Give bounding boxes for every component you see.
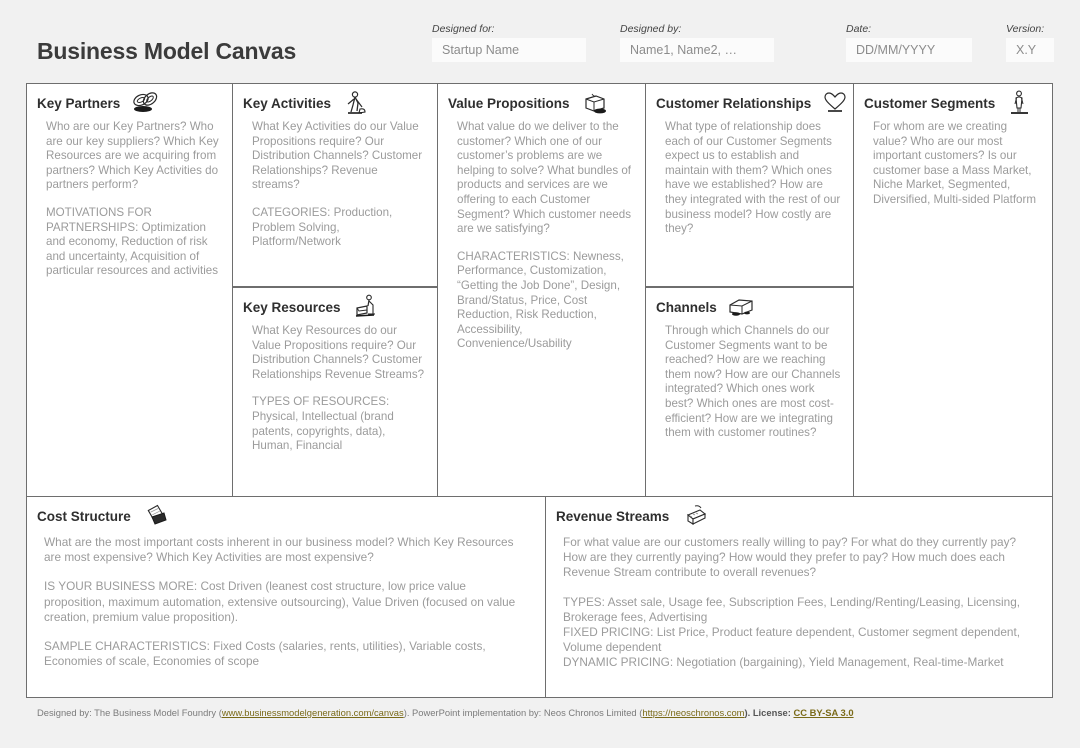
block-header: Customer Relationships [646,84,853,114]
version-field: Version: [1006,23,1054,62]
designed-by-field: Designed by: [620,23,774,62]
block-title: Key Resources [243,300,341,315]
block-title: Key Activities [243,96,332,111]
license-label: ). License: [744,707,794,718]
block-paragraph: Through which Channels do our Customer S… [665,324,841,440]
block-paragraph: What Key Resources do our Value Proposit… [252,324,425,381]
block-title: Revenue Streams [556,509,670,524]
cash-register-icon [677,503,711,531]
block-body: For what value are our customers really … [546,527,1052,693]
block-paragraph: TYPES OF RESOURCES: Physical, Intellectu… [252,395,394,453]
block-header: Key Partners [27,84,232,114]
chain-links-icon [128,90,162,118]
block-body: What value do we deliver to the customer… [438,114,645,360]
block-paragraph: MOTIVATIONS FOR PARTNERSHIPS: Optimizati… [46,205,219,278]
block-paragraph: SAMPLE CHARACTERISTICS: Fixed Costs (sal… [44,639,486,669]
block-customer-segments[interactable]: Customer Segments For whom are we creati… [854,84,1052,497]
block-header: Channels [646,288,853,318]
block-header: Key Activities [233,84,437,114]
block-title: Value Propositions [448,96,570,111]
heart-icon [819,90,853,118]
block-key-resources[interactable]: Key Resources What Key Resources do our … [233,287,438,497]
businessmodelgeneration-link[interactable]: www.businessmodelgeneration.com/canvas [222,707,404,718]
date-label: Date: [846,23,872,35]
block-body: What Key Activities do our Value Proposi… [233,114,437,258]
version-label: Version: [1006,23,1045,35]
truck-icon [725,294,759,322]
block-cost-structure[interactable]: Cost Structure What are the most importa… [27,497,546,697]
block-paragraph: What Key Activities do our Value Proposi… [252,120,423,192]
block-key-activities[interactable]: Key Activities What Key Activities do ou… [233,84,438,287]
gift-box-icon [578,90,612,118]
block-header: Customer Segments [854,84,1052,114]
page-title: Business Model Canvas [37,38,297,64]
footer-middle: ). PowerPoint implementation by: Neos Ch… [403,707,643,718]
block-paragraph: What type of relationship does each of o… [665,120,841,236]
block-paragraph: For what value are our customers really … [563,535,1017,580]
block-title: Cost Structure [37,509,131,524]
designed-for-input[interactable] [432,38,586,62]
block-paragraph: What value do we deliver to the customer… [457,120,632,236]
block-paragraph: CHARACTERISTICS: Newness, Performance, C… [457,249,624,351]
block-paragraph: Who are our Key Partners? Who are our ke… [46,120,219,192]
block-title: Channels [656,300,717,315]
date-input[interactable] [846,38,972,62]
business-model-canvas-page: Business Model Canvas Designed for: Desi… [0,0,1080,748]
person-icon [1003,90,1037,118]
block-body: What type of relationship does each of o… [646,114,853,245]
designed-for-label: Designed for: [432,23,495,35]
neoschronos-link[interactable]: https://neoschronos.com [642,707,744,718]
block-body: What Key Resources do our Value Proposit… [233,318,437,462]
footer-credits: Designed by: The Business Model Foundry … [37,707,854,718]
block-title: Key Partners [37,96,121,111]
block-header: Cost Structure [27,497,545,527]
block-paragraph: TYPES: Asset sale, Usage fee, Subscripti… [563,594,1021,670]
block-header: Value Propositions [438,84,645,114]
canvas-grid: Key Partners Who are our Key Partners? W… [26,83,1053,698]
block-revenue-streams[interactable]: Revenue Streams For what value are our c… [546,497,1052,697]
block-paragraph: What are the most important costs inhere… [44,535,514,565]
block-body: Through which Channels do our Customer S… [646,318,853,449]
forklift-icon [349,294,383,322]
designed-by-input[interactable] [620,38,774,62]
block-header: Key Resources [233,288,437,318]
block-paragraph: IS YOUR BUSINESS MORE: Cost Driven (lean… [44,579,516,624]
block-channels[interactable]: Channels Through which Channels do our C… [646,287,854,497]
block-header: Revenue Streams [546,497,1052,527]
block-body: Who are our Key Partners? Who are our ke… [27,114,232,287]
block-customer-relationships[interactable]: Customer Relationships What type of rela… [646,84,854,287]
designed-by-label: Designed by: [620,23,682,35]
footer-prefix: Designed by: The Business Model Foundry … [37,707,222,718]
worker-icon [339,90,373,118]
block-paragraph: CATEGORIES: Production, Problem Solving,… [252,205,393,249]
block-value-propositions[interactable]: Value Propositions What value do we deli… [438,84,646,497]
version-input[interactable] [1006,38,1054,62]
license-link[interactable]: CC BY-SA 3.0 [793,707,853,718]
block-paragraph: For whom are we creating value? Who are … [873,120,1037,206]
block-title: Customer Segments [864,96,996,111]
price-tags-icon [139,503,173,531]
block-body: What are the most important costs inhere… [27,527,545,691]
block-body: For whom are we creating value? Who are … [854,114,1052,216]
canvas-header: Business Model Canvas Designed for: Desi… [0,0,1080,82]
block-key-partners[interactable]: Key Partners Who are our Key Partners? W… [27,84,233,497]
block-title: Customer Relationships [656,96,812,111]
date-field: Date: [846,23,972,62]
designed-for-field: Designed for: [432,23,586,62]
